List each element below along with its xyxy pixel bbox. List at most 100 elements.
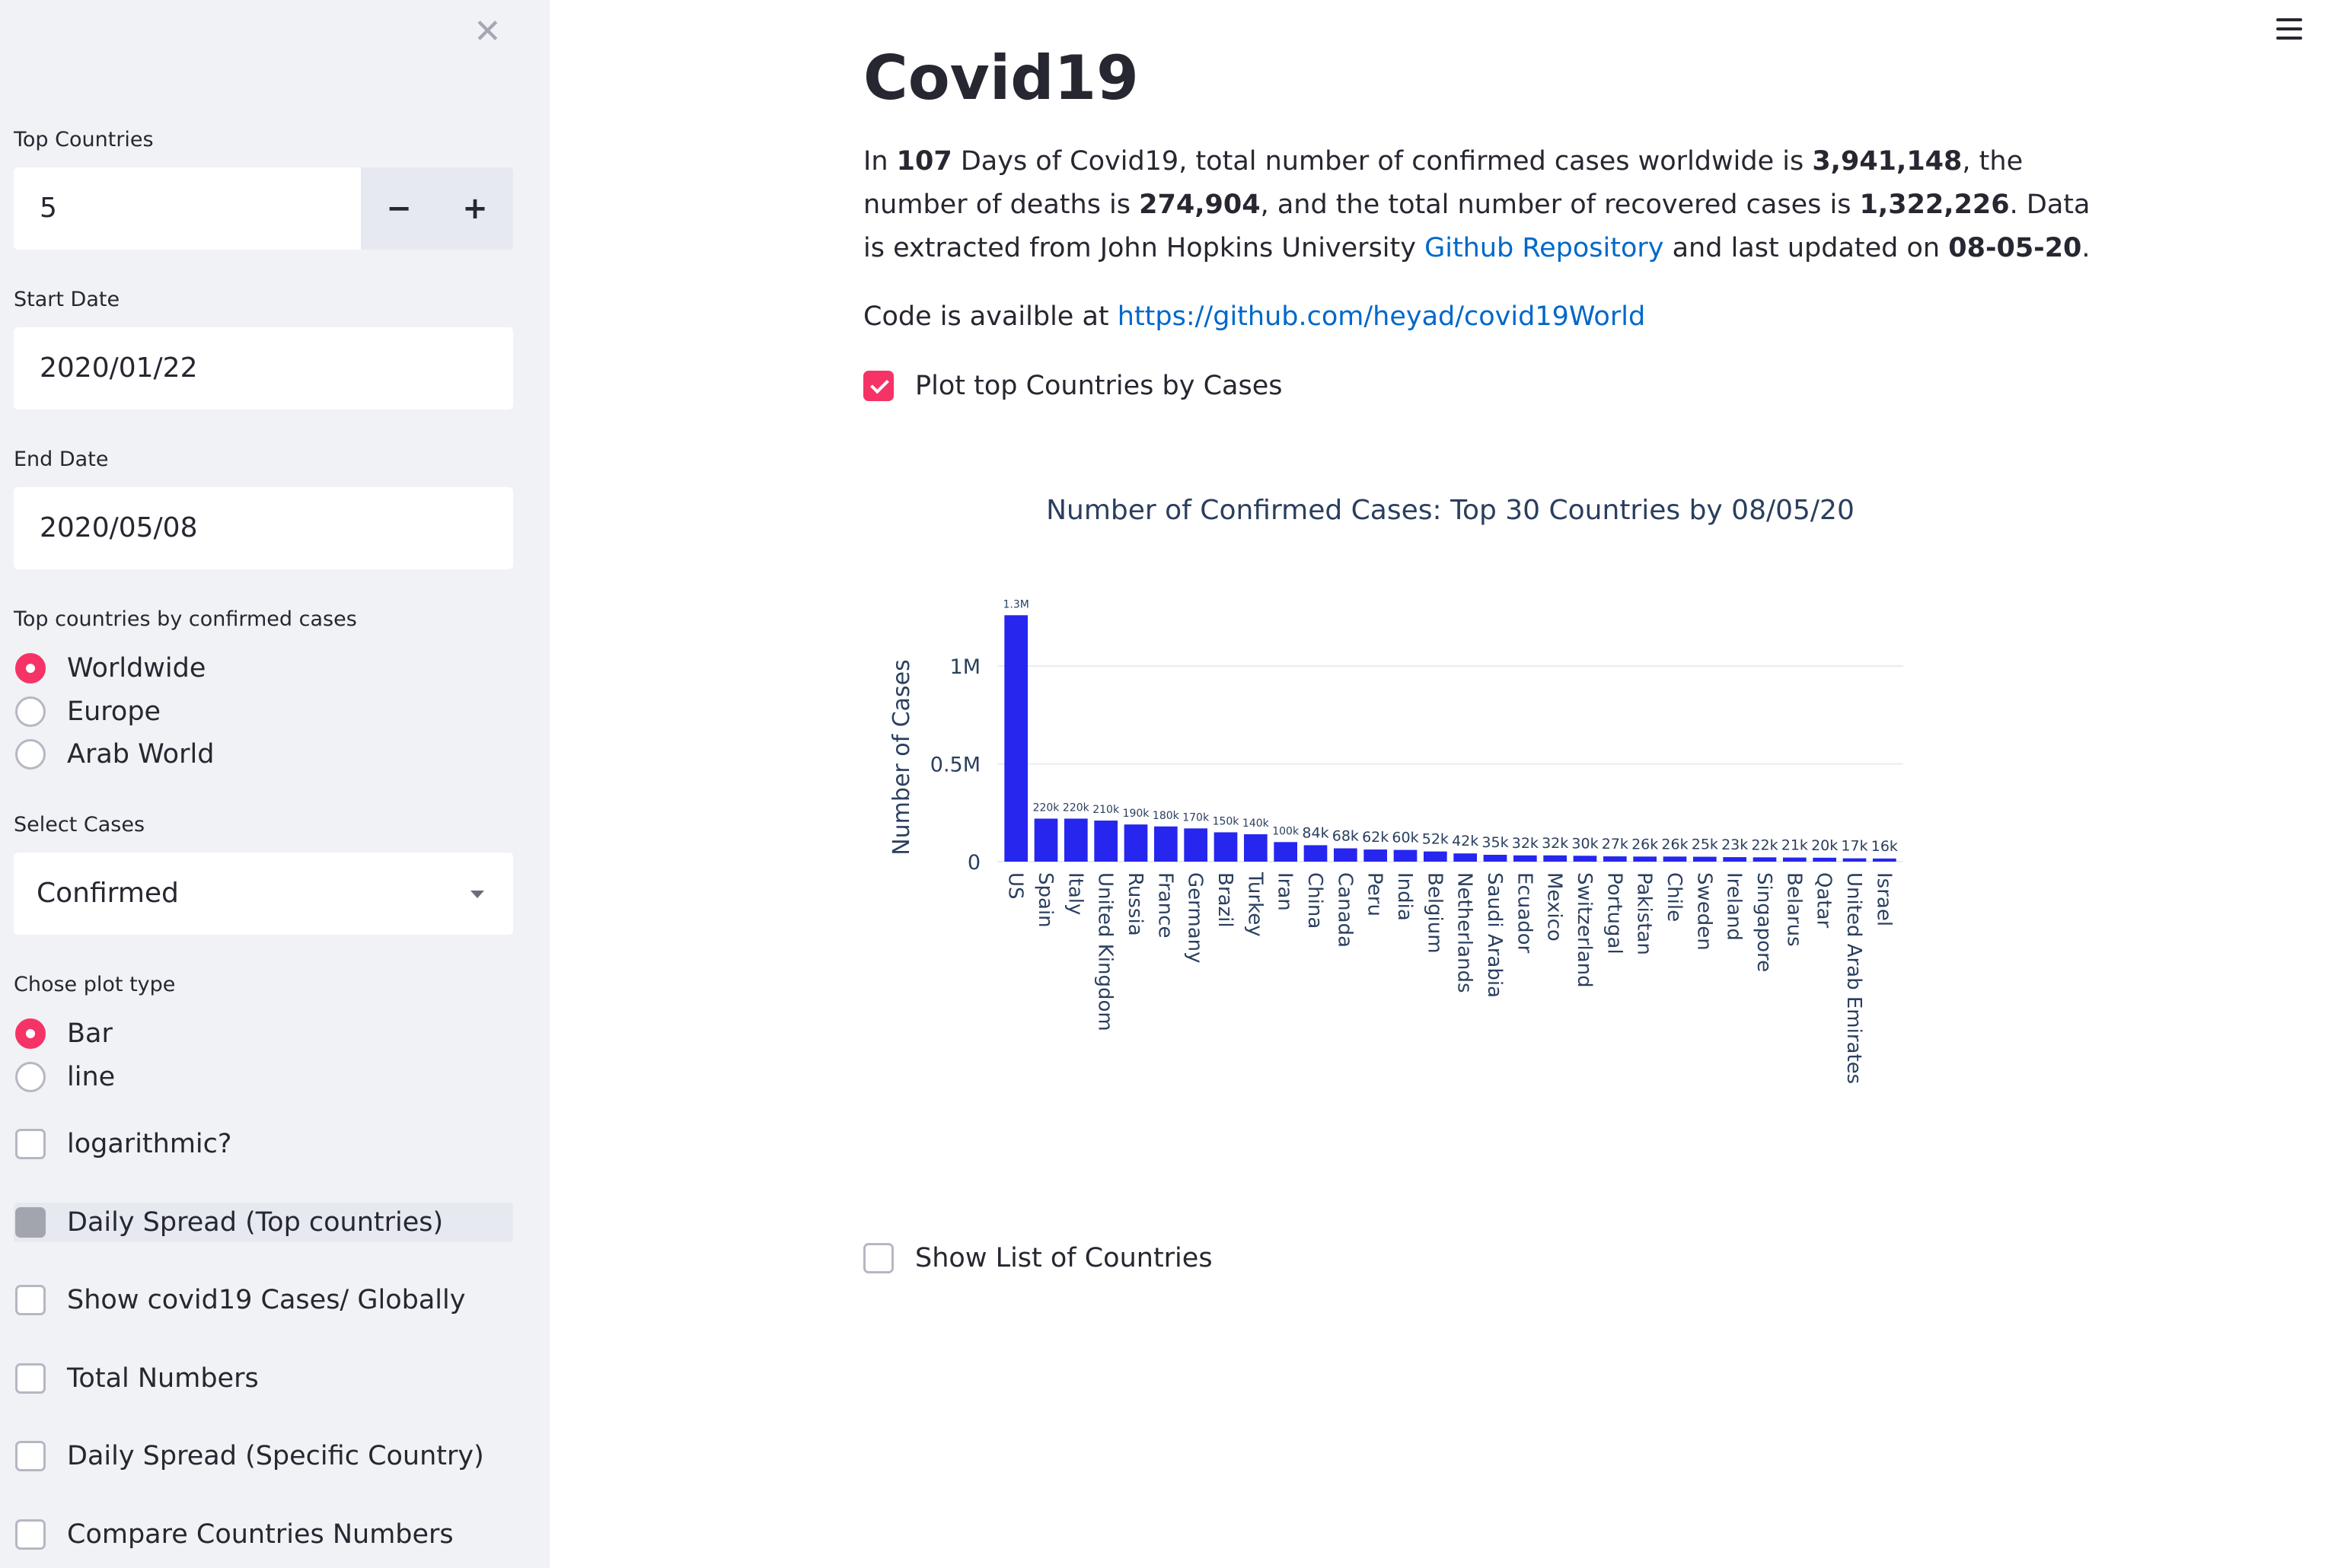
checkbox-daily-spread-top[interactable]: Daily Spread (Top countries) [15,1203,443,1241]
summary-text: and last updated on [1663,233,1949,263]
checkbox-icon [863,1243,894,1273]
checkbox-icon [15,1363,46,1394]
x-tick-label: Canada [1333,872,1356,948]
x-tick-label: Pakistan [1633,872,1656,955]
bar [1543,855,1568,862]
radio-europe[interactable]: Europe [15,693,161,731]
checkbox-icon [15,1519,46,1550]
x-tick-label: Spain [1034,872,1057,928]
page-title: Covid19 [863,43,1139,113]
data-label: 210k [1092,804,1120,816]
summary-text: In [863,146,897,177]
radio-label: Worldwide [67,653,206,684]
bar [1243,834,1268,862]
data-label: 60k [1392,830,1418,846]
bar [1393,849,1418,862]
checkbox-label: Show covid19 Cases/ Globally [67,1285,466,1315]
checkbox-compare[interactable]: Compare Countries Numbers [15,1515,454,1554]
bar [1214,832,1238,862]
hamburger-menu-icon[interactable] [2276,18,2302,46]
checkbox-label: Daily Spread (Top countries) [67,1207,444,1238]
x-tick-label: Ecuador [1513,872,1536,954]
x-tick-label: US [1004,872,1027,900]
checkbox-icon [15,1207,46,1238]
x-tick-label: Brazil [1214,872,1236,928]
summary-text: . [2081,233,2091,263]
data-label: 30k [1571,835,1598,852]
end-date-label: End Date [14,448,109,471]
plot-type-label: Chose plot type [14,973,176,996]
data-label: 35k [1481,834,1508,851]
x-tick-label: Ireland [1723,872,1746,941]
x-tick-label: Germany [1184,872,1207,964]
bar [1303,845,1328,862]
x-tick-label: United Arab Emirates [1842,872,1865,1084]
code-paragraph: Code is availble at https://github.com/h… [863,295,2097,339]
data-label: 190k [1123,808,1150,820]
bar [1423,851,1447,862]
checkbox-label: Daily Spread (Specific Country) [67,1441,484,1471]
data-label: 27k [1602,836,1628,853]
x-tick-label: Singapore [1753,872,1775,972]
bar [1603,856,1627,862]
bar [1034,818,1058,862]
bar [1184,828,1208,862]
bar [1333,848,1357,862]
data-label: 26k [1661,836,1688,853]
checkbox-show-global[interactable]: Show covid19 Cases/ Globally [15,1281,465,1319]
x-tick-label: Chile [1663,872,1686,922]
checkbox-label: Show List of Countries [915,1243,1213,1273]
decrement-button[interactable]: − [361,167,437,250]
x-tick-label: Turkey [1243,872,1266,937]
x-tick-label: France [1153,872,1176,938]
region-label: Top countries by confirmed cases [14,607,357,631]
last-updated-date: 08-05-20 [1948,233,2082,263]
increment-button[interactable]: + [437,167,513,250]
checkbox-icon [15,1441,46,1471]
x-tick-label: Saudi Arabia [1483,872,1506,998]
end-date-input[interactable]: 2020/05/08 [14,487,513,569]
close-icon[interactable]: ✕ [474,9,502,55]
data-label: 42k [1452,833,1478,849]
data-label: 22k [1751,837,1778,853]
top-countries-input[interactable]: 5 [14,167,361,250]
summary-text: , and the total number of recovered case… [1260,190,1860,220]
y-axis-label: Number of Cases [888,659,915,856]
data-label: 21k [1781,837,1808,854]
x-tick-label: Belarus [1782,872,1805,947]
select-cases-label: Select Cases [14,813,145,837]
data-label: 32k [1542,835,1568,852]
bar [1513,855,1537,862]
bar [1453,853,1478,862]
data-label: 20k [1811,837,1838,854]
bar [1124,824,1148,862]
bar [1842,858,1867,862]
data-label: 170k [1182,811,1210,824]
data-label: 32k [1512,835,1539,852]
radio-label: Europe [67,696,161,727]
select-cases-dropdown[interactable]: Confirmed [14,853,513,935]
start-date-input[interactable]: 2020/01/22 [14,327,513,410]
bar-chart: Number of Confirmed Cases: Top 30 Countr… [888,495,1903,1084]
checkbox-daily-specific[interactable]: Daily Spread (Specific Country) [15,1437,484,1475]
github-repository-link[interactable]: Github Repository [1424,233,1663,263]
y-tick-label: 0 [968,851,981,875]
checkbox-logarithmic[interactable]: logarithmic? [15,1125,231,1163]
checkbox-plot-top-countries[interactable]: Plot top Countries by Cases [863,367,1282,405]
radio-arab-world[interactable]: Arab World [15,735,214,773]
checkbox-checked-icon [863,371,894,401]
bar [1274,842,1298,862]
radio-unselected-icon [15,696,46,727]
checkbox-label: Plot top Countries by Cases [915,371,1283,401]
code-link[interactable]: https://github.com/heyad/covid19World [1118,301,1645,332]
summary-paragraph: In 107 Days of Covid19, total number of … [863,140,2097,270]
bar [1153,826,1178,862]
x-tick-label: Italy [1064,872,1086,915]
x-tick-label: China [1303,872,1326,929]
checkbox-total-numbers[interactable]: Total Numbers [15,1359,259,1397]
radio-bar[interactable]: Bar [15,1015,113,1053]
radio-line[interactable]: line [15,1058,115,1096]
checkbox-show-list[interactable]: Show List of Countries [863,1239,1213,1277]
radio-worldwide[interactable]: Worldwide [15,649,206,687]
bar [1094,821,1118,862]
